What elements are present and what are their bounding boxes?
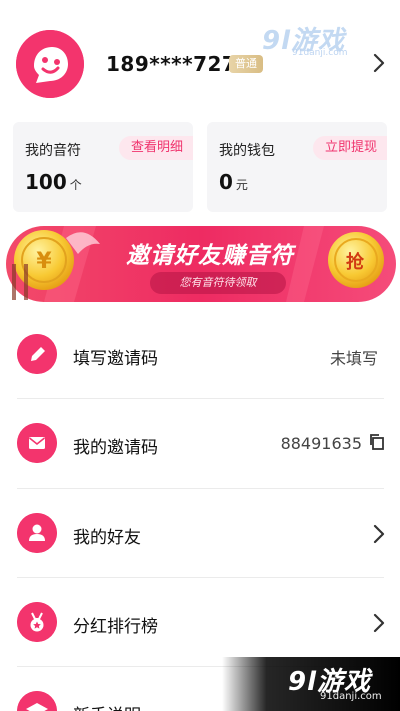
notes-value: 100 个 [25, 170, 82, 194]
watermark-bottom-url: 91danji.com [320, 691, 382, 702]
menu-item-dividend-ranking[interactable]: 分红排行榜 [0, 578, 400, 667]
invite-code-status: 未填写 [329, 349, 378, 368]
avatar[interactable] [16, 30, 84, 98]
menu-item-fill-invite-code[interactable]: 填写邀请码 未填写 [0, 310, 400, 399]
menu-label: 分红排行榜 [73, 617, 158, 637]
banner-subtitle: 您有音符待领取 [150, 272, 286, 294]
notes-card-title: 我的音符 [25, 143, 81, 159]
chevron-right-icon[interactable] [368, 52, 390, 74]
wallet-amount: 0 [219, 170, 233, 194]
menu-item-my-invite-code[interactable]: 我的邀请码 88491635 [0, 399, 400, 488]
grab-coin-label[interactable]: 抢 [340, 248, 370, 274]
notes-unit: 个 [69, 178, 82, 192]
person-icon [17, 513, 57, 553]
banner-title: 邀请好友赚音符 [126, 243, 294, 269]
invite-code-value: 88491635 [280, 434, 362, 453]
wallet-card[interactable]: 我的钱包 立即提现 0元 [207, 122, 387, 212]
copy-icon[interactable] [368, 433, 386, 451]
watermark-top-url: 91danji.com [292, 48, 348, 58]
graduation-cap-icon [17, 691, 57, 711]
wallet-card-title: 我的钱包 [219, 143, 275, 159]
wallet-unit: 元 [235, 178, 248, 192]
menu-label: 我的好友 [73, 528, 141, 548]
notes-card[interactable]: 我的音符 查看明细 100 个 [13, 122, 193, 212]
app-logo-icon [16, 30, 84, 98]
medal-icon [17, 602, 57, 642]
notes-count: 100 [25, 170, 67, 194]
pencil-icon [17, 334, 57, 374]
menu-label: 填写邀请码 [73, 349, 158, 369]
menu-item-my-friends[interactable]: 我的好友 [0, 489, 400, 578]
watermark-logo-top: 9l游戏 91danji.com [258, 18, 368, 60]
wallet-value: 0元 [219, 170, 248, 194]
menu-label: 我的邀请码 [73, 438, 158, 458]
menu-label: 新手说明 [73, 701, 141, 711]
withdraw-button[interactable]: 立即提现 [312, 136, 387, 160]
chevron-right-icon[interactable] [368, 612, 390, 634]
coin-yen-symbol: ¥ [36, 249, 52, 274]
chevron-right-icon[interactable] [368, 523, 390, 545]
watermark-logo-bottom: 9l游戏 91danji.com [222, 657, 400, 711]
envelope-icon [17, 423, 57, 463]
view-details-button[interactable]: 查看明细 [118, 136, 193, 160]
